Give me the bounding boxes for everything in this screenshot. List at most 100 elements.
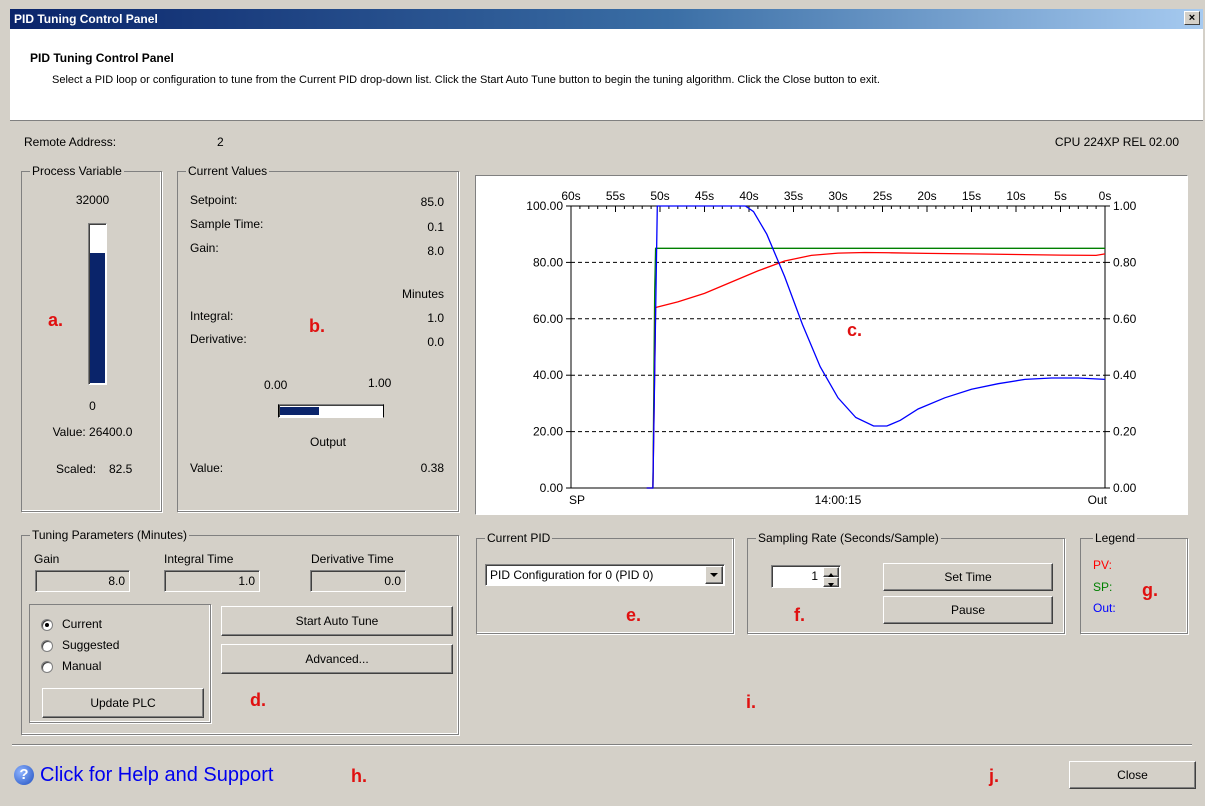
arrow-down-glyph: [828, 583, 834, 587]
current-pid-select[interactable]: PID Configuration for 0 (PID 0): [485, 564, 725, 586]
current-pid-label: Current PID: [485, 531, 553, 545]
x-top-tick-label: 0s: [1099, 189, 1112, 203]
x-top-tick-label: 55s: [606, 189, 625, 203]
tuning-derivative-field[interactable]: 0.0: [310, 570, 406, 592]
y-right-tick-label: 0.40: [1113, 368, 1137, 382]
x-top-tick-label: 50s: [650, 189, 669, 203]
sampling-rate-group: Sampling Rate (Seconds/Sample) 1 Set Tim…: [747, 531, 1065, 634]
chevron-down-icon[interactable]: [705, 566, 723, 584]
x-top-tick-label: 20s: [917, 189, 936, 203]
process-variable-label: Process Variable: [30, 164, 124, 178]
radio-current[interactable]: [41, 619, 53, 631]
setpoint-label: Setpoint:: [190, 193, 238, 207]
legend-pv: PV:: [1093, 558, 1112, 572]
output-bar-fill: [280, 407, 319, 415]
integral-value: 1.0: [427, 311, 444, 325]
legend-label: Legend: [1093, 531, 1138, 545]
y-right-tick-label: 0.60: [1113, 312, 1137, 326]
radio-manual-label[interactable]: Manual: [62, 659, 101, 673]
pv-max: 32000: [75, 193, 110, 207]
annotation-f: f.: [794, 605, 805, 625]
tuning-gain-field[interactable]: 8.0: [35, 570, 130, 592]
pv-bar-fill: [90, 252, 105, 383]
derivative-label: Derivative:: [190, 332, 247, 346]
x-top-tick-label: 5s: [1054, 189, 1067, 203]
x-top-tick-label: 35s: [784, 189, 803, 203]
annotation-e: e.: [626, 605, 642, 625]
pid-trend-chart: 100.00 80.00 60.00 40.00 20.00 0.00 1.00 0.80 0.…: [526, 189, 1137, 507]
spin-down-icon[interactable]: [823, 577, 839, 587]
mode-radio-group: Current Suggested Manual Update PLC: [29, 604, 211, 723]
y-left-tick-label: 20.00: [533, 425, 563, 439]
pv-value: Value: 26400.0: [52, 425, 133, 439]
x-top-tick-label: 30s: [828, 189, 847, 203]
x-top-tick-label: 45s: [695, 189, 714, 203]
pv-scaled-value: 82.5: [109, 462, 133, 476]
annotation-c: c.: [847, 320, 863, 340]
output-value-label: Value:: [190, 461, 224, 475]
tuning-parameters-label: Tuning Parameters (Minutes): [30, 528, 189, 542]
header-title: PID Tuning Control Panel: [30, 51, 174, 65]
pv-min: 0: [89, 399, 96, 413]
close-button[interactable]: Close: [1069, 761, 1196, 789]
annotation-i: i.: [746, 692, 757, 712]
annotation-j: j.: [989, 766, 1000, 786]
window-close-icon[interactable]: ×: [1184, 11, 1200, 25]
chart-bottom-right-label: Out: [1088, 493, 1108, 507]
spin-up-icon[interactable]: [823, 567, 839, 577]
help-support-link[interactable]: Click for Help and Support: [40, 764, 273, 787]
y-left-tick-label: 0.00: [540, 481, 564, 495]
series-pv-line: [646, 251, 1106, 489]
y-right-tick-label: 0.80: [1113, 255, 1137, 269]
sampling-rate-spinner[interactable]: 1: [771, 565, 841, 588]
annotation-g: g.: [1142, 580, 1158, 600]
tuning-derivative-label: Derivative Time: [311, 552, 394, 566]
dropdown-arrow-icon: [710, 573, 718, 577]
advanced-button[interactable]: Advanced...: [221, 644, 453, 674]
output-max: 1.00: [368, 376, 392, 390]
pause-button[interactable]: Pause: [883, 596, 1053, 624]
radio-current-label[interactable]: Current: [62, 617, 102, 631]
chart-panel: 100.00 80.00 60.00 40.00 20.00 0.00 1.00 0.80 0.…: [475, 175, 1188, 515]
header-description: Select a PID loop or configuration to tu…: [52, 74, 880, 86]
sample-time-value: 0.1: [427, 220, 444, 234]
remote-address-label: Remote Address:: [24, 135, 117, 149]
y-left-tick-label: 80.00: [533, 255, 563, 269]
remote-address-value: 2: [217, 135, 224, 149]
radio-manual[interactable]: [41, 661, 53, 673]
radio-suggested-label[interactable]: Suggested: [62, 638, 119, 652]
gain-label: Gain:: [190, 241, 219, 255]
derivative-value: 0.0: [427, 335, 444, 349]
tuning-integral-label: Integral Time: [164, 552, 234, 566]
footer-separator: [12, 744, 1192, 746]
x-top-tick-label: 10s: [1006, 189, 1025, 203]
chart-bottom-left-label: SP: [569, 493, 585, 507]
annotation-a: a.: [48, 310, 64, 330]
start-auto-tune-button[interactable]: Start Auto Tune: [221, 606, 453, 636]
current-values-label: Current Values: [186, 164, 270, 178]
pv-scaled-label: Scaled:: [56, 462, 97, 476]
x-top-tick-label: 60s: [561, 189, 580, 203]
set-time-button[interactable]: Set Time: [883, 563, 1053, 591]
question-icon[interactable]: ?: [14, 765, 34, 785]
annotation-d: d.: [250, 690, 266, 710]
current-pid-group: Current PID PID Configuration for 0 (PID…: [476, 531, 734, 634]
title-bar: PID Tuning Control Panel ×: [10, 9, 1203, 29]
gain-value: 8.0: [427, 244, 444, 258]
x-top-tick-label: 15s: [962, 189, 981, 203]
tuning-gain-label: Gain: [34, 552, 60, 566]
x-top-tick-label: 25s: [873, 189, 892, 203]
y-right-tick-label: 1.00: [1113, 199, 1137, 213]
output-min: 0.00: [264, 378, 288, 392]
legend-sp: SP:: [1093, 580, 1113, 594]
sampling-rate-value: 1: [811, 569, 818, 583]
output-bar: [278, 404, 384, 418]
y-left-tick-label: 100.00: [526, 199, 563, 213]
series-sp-line: [646, 247, 1105, 489]
current-values-group: Current Values Setpoint: 85.0 Sample Tim…: [177, 164, 459, 512]
tuning-parameters-group: Tuning Parameters (Minutes) Gain 8.0 Int…: [21, 528, 459, 735]
setpoint-value: 85.0: [420, 195, 444, 209]
tuning-integral-field[interactable]: 1.0: [164, 570, 260, 592]
update-plc-button[interactable]: Update PLC: [42, 688, 204, 718]
radio-suggested[interactable]: [41, 640, 53, 652]
